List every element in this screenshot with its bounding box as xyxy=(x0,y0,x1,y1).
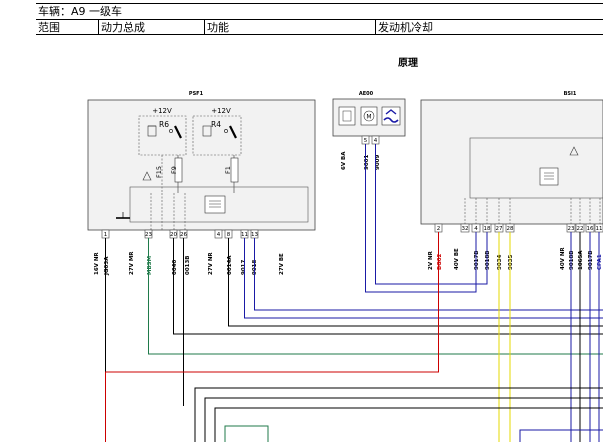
wire-path-9018 xyxy=(254,238,603,311)
wire-9035: 9035 xyxy=(508,255,514,270)
psf1-conn-16v: 16V NR xyxy=(94,252,100,275)
psf1-conn-27vmr: 27V MR xyxy=(129,251,135,275)
wire-jg03a: JG03A xyxy=(104,256,110,276)
bsi1-pin-4: 4 xyxy=(474,226,478,232)
bsi1-name: BSI1 xyxy=(564,91,577,97)
psf1-pin-20: 20 xyxy=(170,232,177,238)
wire-9001: 9001 xyxy=(364,155,370,170)
bsi1-conn-40vbe: 40V BE xyxy=(454,248,460,270)
wire-path-lower-green xyxy=(224,425,269,442)
bsi1-ic-icon xyxy=(539,167,559,186)
bsi1-wire-labels: 2V NR BG02 40V BE 9017B 9018B 9034 9035 … xyxy=(428,247,603,270)
psf1-pin-4: 4 xyxy=(217,232,221,238)
bsi1-pin-27: 27 xyxy=(496,226,503,232)
psf1-pin-11: 11 xyxy=(241,232,248,238)
psf1-wire-labels: 16V NR JG03A 27V MR MBSM 0040 0013B 27V … xyxy=(94,251,285,276)
psf1-conn-27vnr: 27V NR xyxy=(208,252,214,275)
wire-path-9017 xyxy=(244,238,603,319)
bsi1-box xyxy=(420,99,603,225)
wire-path-lower-3 xyxy=(214,407,603,442)
wire-path-0040 xyxy=(173,238,603,335)
ae00-conn-6vba: 6V BA xyxy=(341,151,347,170)
relay-r4-voltage: +12V xyxy=(211,107,231,115)
bsi1-conn-40vnr: 40V NR xyxy=(560,247,566,270)
wire-0040: 0040 xyxy=(172,260,178,275)
psf1-pin-26: 26 xyxy=(180,232,187,238)
bsi1-module: BSI1 xyxy=(420,91,603,225)
wire-cpa1: CPA1 xyxy=(597,254,603,270)
wire-path-lower-blue xyxy=(519,429,603,442)
fuse-f9-label: F9 xyxy=(170,166,178,174)
bsi1-pin-18: 18 xyxy=(484,226,491,232)
psf1-module: PSF1 +12V R6 +12V R4 F15 F9 F1 xyxy=(87,91,316,231)
psf1-name: PSF1 xyxy=(189,91,204,97)
bsi1-pins: 2 32 4 18 27 28 23 22 16 11 xyxy=(434,223,603,233)
fuse-f15-label: F15 xyxy=(155,166,163,178)
bsi1-conn-2vnr: 2V NR xyxy=(428,250,434,270)
bsi1-pin-11: 11 xyxy=(596,226,603,232)
psf1-pin-13: 13 xyxy=(251,232,258,238)
bsi1-pin-2: 2 xyxy=(437,226,441,232)
wire-0014a: 0014A xyxy=(227,255,233,275)
wire-9017b-left: 9017B xyxy=(474,251,480,271)
ae00-module-icon xyxy=(338,106,356,126)
psf1-box xyxy=(87,99,316,231)
wire-0013b: 0013B xyxy=(185,256,191,276)
fuse-f1-icon xyxy=(230,157,239,183)
relay-r6-label: R6 xyxy=(159,120,169,129)
wire-1065a: 1065A xyxy=(578,250,584,270)
wire-mbsm: MBSM xyxy=(147,256,153,275)
wire-9018b-left: 9018B xyxy=(485,251,491,271)
wire-bg02: BG02 xyxy=(437,253,443,270)
bsi1-pin-16: 16 xyxy=(587,226,594,232)
wiring-diagram: 原理 PSF1 +12V R6 +12V R4 F15 F9 F1 1 23 2… xyxy=(87,57,603,442)
psf1-conn-27vbe: 27V BE xyxy=(279,253,285,275)
wire-9034: 9034 xyxy=(497,255,503,270)
bsi1-pin-28: 28 xyxy=(507,226,514,232)
psf1-pin-8: 8 xyxy=(227,232,231,238)
diagram-title: 原理 xyxy=(398,57,418,69)
wire-path-lower-1 xyxy=(194,387,603,442)
wire-9018b-right: 9018B xyxy=(569,251,575,271)
psf1-pin-1: 1 xyxy=(104,232,108,238)
relay-r6-voltage: +12V xyxy=(152,107,172,115)
bsi1-pin-32: 32 xyxy=(462,226,469,232)
wire-9017b-right: 9017B xyxy=(588,251,594,271)
wire-path-lower-2 xyxy=(204,397,603,442)
ae00-module: AE00 M 5 4 6V BA 9001 9009 xyxy=(332,91,406,170)
psf1-pins: 1 23 20 26 4 8 11 13 xyxy=(101,229,258,239)
ae00-pin-5: 5 xyxy=(364,138,368,144)
psf1-ic-icon xyxy=(204,195,226,214)
ae00-name: AE00 xyxy=(359,91,374,97)
ae00-pin-4: 4 xyxy=(374,138,378,144)
svg-text:M: M xyxy=(366,114,371,121)
psf1-pin-23: 23 xyxy=(145,232,152,238)
relay-r4-label: R4 xyxy=(211,120,221,129)
wire-path-bg02 xyxy=(105,232,439,442)
wire-path-0014a xyxy=(228,238,603,327)
fuse-f1-label: F1 xyxy=(224,166,232,174)
bsi1-pin-22: 22 xyxy=(577,226,584,232)
bsi1-pin-23: 23 xyxy=(568,226,575,232)
